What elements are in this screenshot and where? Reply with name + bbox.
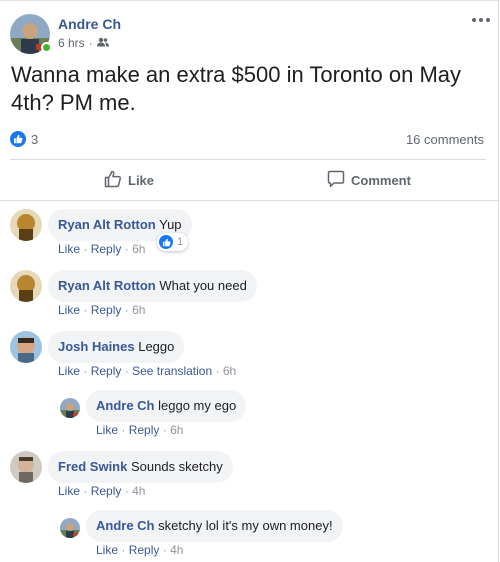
replier-avatar[interactable] <box>60 398 80 418</box>
commenter-name[interactable]: Ryan Alt Rotton <box>58 278 156 293</box>
reply-bubble: Andre Ch sketchy lol it's my own money! <box>86 510 343 542</box>
reply-like-link[interactable]: Like <box>96 543 118 557</box>
comment-button-label: Comment <box>351 172 411 188</box>
comment-like-link[interactable]: Like <box>58 484 80 498</box>
commenter-avatar[interactable] <box>10 209 42 241</box>
comments-count-link[interactable]: 16 comments <box>406 132 484 147</box>
reply-like-link[interactable]: Like <box>96 423 118 437</box>
comment-reply-link[interactable]: Reply <box>91 364 122 378</box>
comment-actions: Like · Reply · 4h <box>58 484 146 498</box>
reply-actions: Like · Reply · 4h <box>96 543 184 557</box>
comment-time[interactable]: 4h <box>132 484 145 498</box>
reply-reply-link[interactable]: Reply <box>129 423 160 437</box>
meta-separator: · <box>88 36 93 50</box>
replier-name[interactable]: Andre Ch <box>96 398 155 413</box>
comment-text: Yup <box>159 217 182 232</box>
like-button[interactable]: Like <box>104 168 154 192</box>
reply-time[interactable]: 4h <box>170 543 183 557</box>
reactions-summary[interactable]: 3 <box>10 131 38 147</box>
commenter-avatar[interactable] <box>10 270 42 302</box>
comment-actions: Like · Reply · 6h <box>58 242 146 256</box>
more-options-icon[interactable] <box>472 13 490 27</box>
comment-bubble: Josh Haines Leggo <box>48 331 185 363</box>
reaction-count: 3 <box>31 131 39 147</box>
post-meta: 6 hrs · <box>58 36 109 50</box>
comment-time[interactable]: 6h <box>132 303 145 317</box>
divider <box>10 159 486 160</box>
thumbs-up-icon <box>104 170 122 191</box>
replier-name[interactable]: Andre Ch <box>96 518 155 533</box>
comment-reply-link[interactable]: Reply <box>91 484 122 498</box>
like-reaction-icon <box>10 131 26 147</box>
commenter-name[interactable]: Fred Swink <box>58 459 127 474</box>
reply-text: leggo my ego <box>158 398 237 413</box>
comment-text: Leggo <box>138 339 175 354</box>
comment-reply-link[interactable]: Reply <box>91 303 122 317</box>
like-button-label: Like <box>128 172 155 188</box>
comment-time[interactable]: 6h <box>223 364 236 378</box>
post-author-name[interactable]: Andre Ch <box>58 16 121 32</box>
reply-reply-link[interactable]: Reply <box>129 543 160 557</box>
reply-time[interactable]: 6h <box>170 423 183 437</box>
online-status-dot <box>41 42 52 53</box>
comment-like-link[interactable]: Like <box>58 242 80 256</box>
post-text: Wanna make an extra $500 in Toronto on M… <box>11 62 462 115</box>
comment-like-link[interactable]: Like <box>58 364 80 378</box>
comment-reaction-count: 1 <box>177 236 184 248</box>
commenter-name[interactable]: Ryan Alt Rotton <box>58 217 156 232</box>
post-card: Andre Ch 6 hrs · Wanna make an extra $50… <box>0 0 499 562</box>
like-reaction-icon <box>159 235 173 249</box>
comment-actions: Like · Reply · See translation · 6h <box>58 364 237 378</box>
comment-bubble: Ryan Alt Rotton What you need <box>48 270 257 302</box>
comment-time[interactable]: 6h <box>132 242 145 256</box>
commenter-avatar[interactable] <box>10 451 42 483</box>
comment-bubble-icon <box>327 170 345 191</box>
comment-text: Sounds sketchy <box>130 459 223 474</box>
commenter-avatar[interactable] <box>10 331 42 363</box>
comment-text: What you need <box>159 278 247 293</box>
comment-reply-link[interactable]: Reply <box>91 242 122 256</box>
commenter-name[interactable]: Josh Haines <box>58 339 135 354</box>
reply-text: sketchy lol it's my own money! <box>158 518 333 533</box>
replier-avatar[interactable] <box>60 518 80 538</box>
reply-actions: Like · Reply · 6h <box>96 423 184 437</box>
see-translation-link[interactable]: See translation <box>132 364 212 378</box>
comment-actions: Like · Reply · 6h <box>58 303 146 317</box>
reply-bubble: Andre Ch leggo my ego <box>86 390 247 422</box>
comment-button[interactable]: Comment <box>327 168 411 192</box>
comment-bubble: Fred Swink Sounds sketchy <box>48 451 233 483</box>
friends-audience-icon[interactable] <box>96 36 109 50</box>
comment-reaction-pill[interactable]: 1 <box>157 233 189 251</box>
post-time[interactable]: 6 hrs <box>58 36 85 50</box>
comment-like-link[interactable]: Like <box>58 303 80 317</box>
